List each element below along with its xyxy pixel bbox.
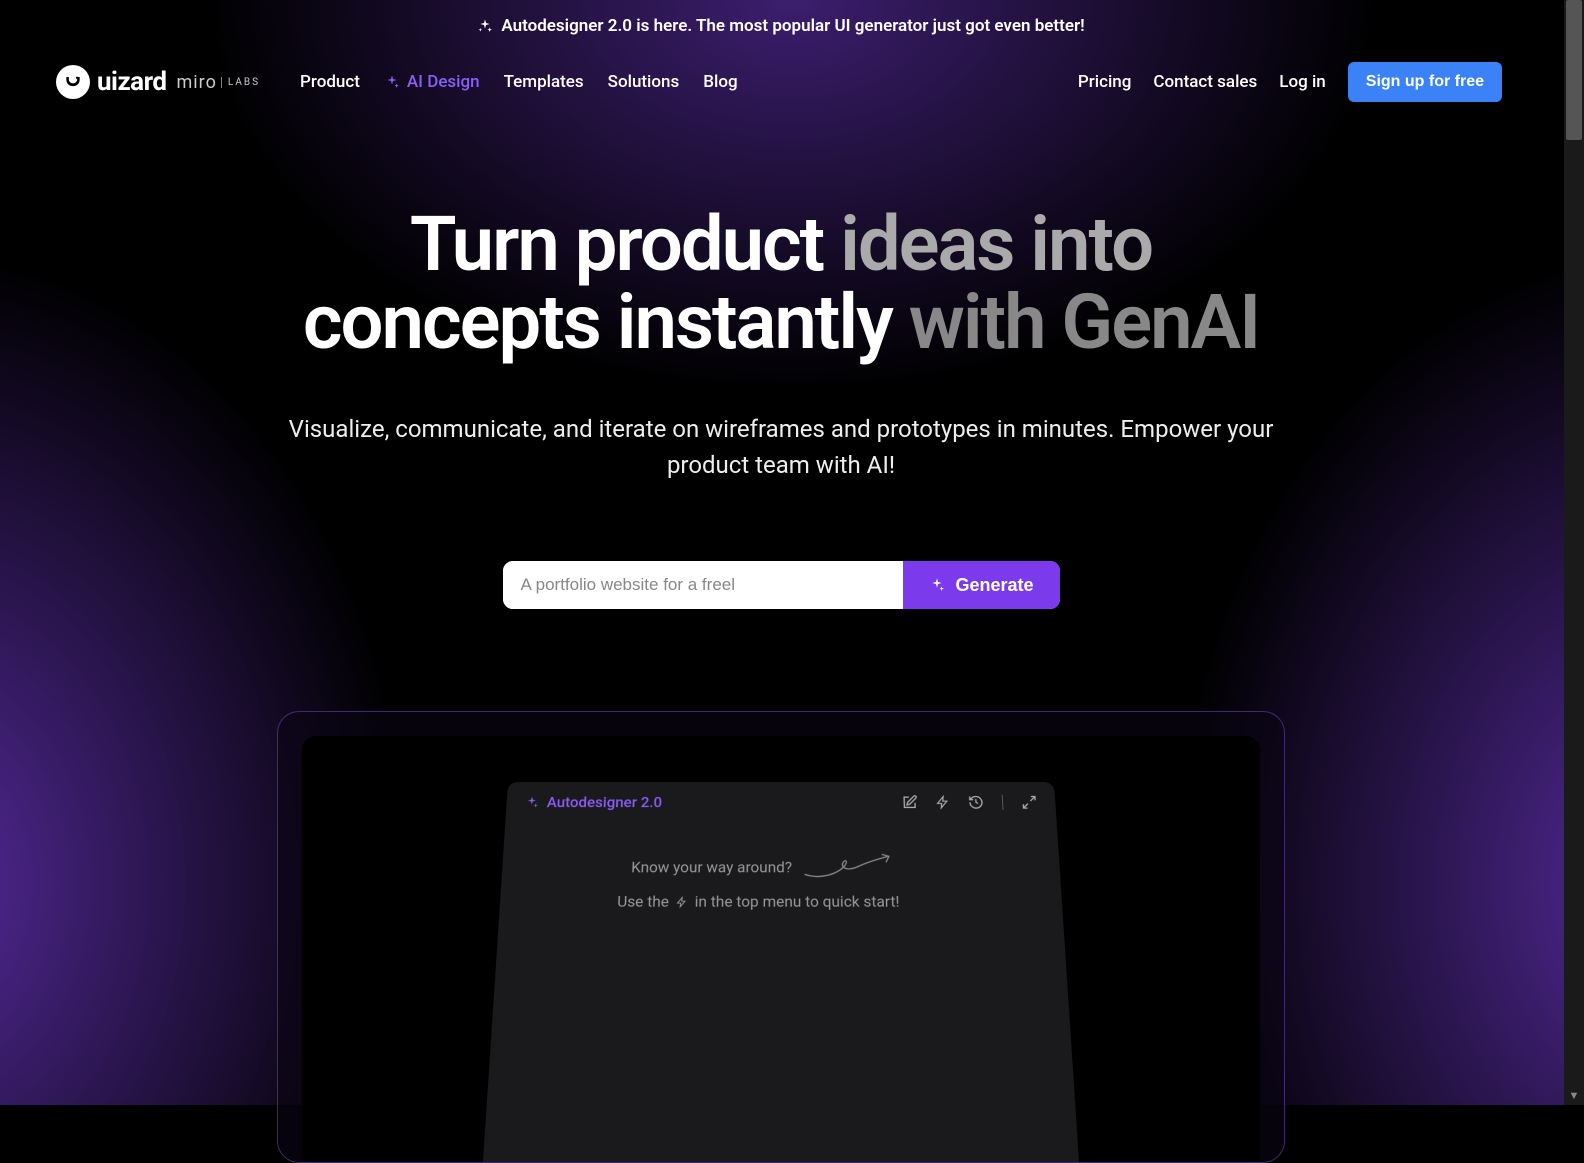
prompt-input[interactable] [503,561,904,609]
nav-link-login[interactable]: Log in [1279,72,1325,92]
logo-main: uizard [56,65,167,99]
nav-link-label: AI Design [407,72,480,92]
history-icon[interactable] [968,795,985,811]
hero-title-part: ideas into [840,199,1152,289]
sparkle-icon [384,74,400,90]
nav-link-product[interactable]: Product [300,72,360,92]
scrollbar-track[interactable]: ▼ [1564,0,1584,1105]
hero-title: Turn product ideas into concepts instant… [0,206,1562,361]
lightning-icon[interactable] [935,795,950,811]
hint-text-b: in the top menu to quick start! [695,893,900,911]
nav-right: Pricing Contact sales Log in Sign up for… [1078,62,1502,102]
nav-link-contact[interactable]: Contact sales [1153,72,1257,92]
logo-mark-icon [56,65,90,99]
divider [1002,795,1004,811]
hero-title-part: Turn product [410,199,840,289]
nav-link-blog[interactable]: Blog [703,72,737,92]
nav-link-pricing[interactable]: Pricing [1078,72,1132,92]
logo-sub-miro: miro [177,72,217,93]
nav-link-ai-design[interactable]: AI Design [384,72,480,92]
preview-frame: Autodesigner 2.0 [277,711,1285,1163]
app-window-title-text: Autodesigner 2.0 [546,794,662,811]
app-hint-line-2: Use the in the top menu to quick start! [617,893,900,911]
signup-button[interactable]: Sign up for free [1348,62,1502,102]
scrollbar-thumb[interactable] [1566,0,1582,140]
generate-button-label: Generate [955,575,1033,596]
app-window-header: Autodesigner 2.0 [505,782,1056,823]
sparkle-icon [477,18,493,34]
generate-button[interactable]: Generate [903,561,1059,609]
logo-sub-brand: miro LABS [177,72,261,93]
hero: Turn product ideas into concepts instant… [0,118,1562,1163]
nav-link-solutions[interactable]: Solutions [608,72,680,92]
arrow-doodle-icon [802,852,894,882]
expand-icon[interactable] [1021,795,1038,811]
content-viewport: Autodesigner 2.0 is here. The most popul… [0,0,1562,1105]
nav-link-templates[interactable]: Templates [504,72,584,92]
logo-sub-labs: LABS [221,77,260,88]
hint-text: Know your way around? [631,858,792,876]
app-window: Autodesigner 2.0 [479,782,1084,1163]
banner-text: Autodesigner 2.0 is here. The most popul… [501,16,1084,36]
hero-subtitle: Visualize, communicate, and iterate on w… [286,411,1276,483]
hint-text-a: Use the [617,893,669,911]
logo-text: uizard [97,67,167,97]
edit-icon[interactable] [901,795,918,811]
app-window-title: Autodesigner 2.0 [524,794,662,811]
preview-inner: Autodesigner 2.0 [302,736,1260,1163]
brand-logo[interactable]: uizard miro LABS [56,65,260,99]
app-hint-line-1: Know your way around? [631,852,895,882]
sparkle-icon [524,796,539,810]
lightning-icon [676,895,688,908]
scrollbar-down-arrow-icon[interactable]: ▼ [1564,1085,1584,1105]
prompt-bar: Generate [503,561,1060,609]
app-header-icons [901,795,1037,811]
nav-links: Product AI Design Templates Solutions Bl… [300,72,738,92]
hero-title-part: with GenAI [909,277,1259,367]
navbar: uizard miro LABS Product AI Design Templ… [0,42,1562,118]
hero-title-part: concepts instantly [303,277,909,367]
announcement-banner[interactable]: Autodesigner 2.0 is here. The most popul… [0,0,1562,42]
sparkle-icon [929,577,945,593]
app-window-body: Know your way around? Use the [497,823,1064,942]
